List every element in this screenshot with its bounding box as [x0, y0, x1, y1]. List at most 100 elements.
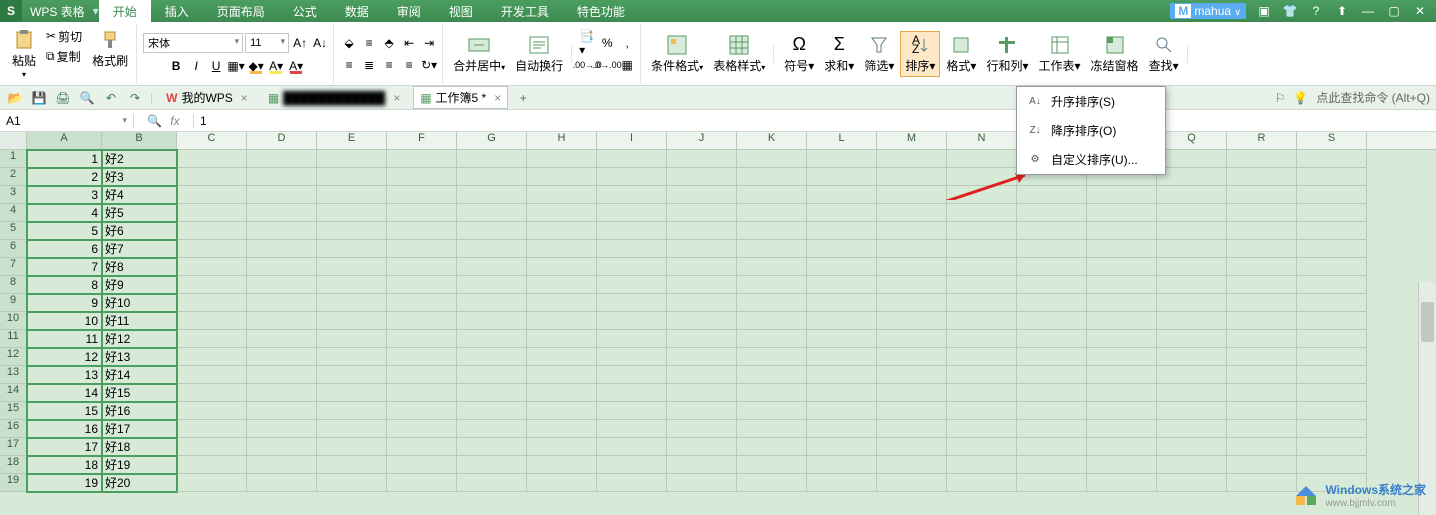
row-header[interactable]: 9 — [0, 294, 27, 312]
cell[interactable] — [597, 402, 667, 420]
cell[interactable] — [1017, 276, 1087, 294]
cell[interactable] — [1017, 258, 1087, 276]
cell[interactable]: 18 — [27, 456, 102, 474]
cell[interactable] — [317, 474, 387, 492]
cond-format-button[interactable]: 条件格式▾ — [647, 32, 707, 76]
cell[interactable] — [1157, 312, 1227, 330]
cell[interactable] — [247, 168, 317, 186]
cell[interactable] — [1297, 276, 1367, 294]
cell[interactable] — [177, 402, 247, 420]
name-box[interactable]: ▾ — [0, 114, 134, 128]
cell[interactable] — [1087, 330, 1157, 348]
cell[interactable] — [247, 294, 317, 312]
cell[interactable] — [527, 330, 597, 348]
cell[interactable] — [1087, 294, 1157, 312]
cell[interactable] — [177, 294, 247, 312]
cell[interactable] — [807, 294, 877, 312]
cell[interactable] — [527, 474, 597, 492]
sort-desc-item[interactable]: Z↓降序排序(O) — [1017, 116, 1165, 145]
col-header-F[interactable]: F — [387, 132, 457, 149]
save-icon[interactable]: 💾 — [30, 89, 48, 107]
cell[interactable] — [807, 276, 877, 294]
cell[interactable] — [947, 294, 1017, 312]
cell[interactable] — [1087, 240, 1157, 258]
redo-icon[interactable]: ↷ — [126, 89, 144, 107]
cell[interactable] — [177, 330, 247, 348]
tab-formula[interactable]: 公式 — [279, 0, 331, 22]
row-header[interactable]: 10 — [0, 312, 27, 330]
cell[interactable] — [1157, 294, 1227, 312]
cell[interactable] — [527, 348, 597, 366]
cell[interactable] — [527, 294, 597, 312]
cell[interactable] — [387, 186, 457, 204]
cell[interactable] — [877, 168, 947, 186]
cell[interactable] — [597, 384, 667, 402]
cell[interactable] — [737, 438, 807, 456]
cell[interactable] — [317, 204, 387, 222]
cell[interactable] — [597, 150, 667, 168]
cell[interactable]: 2 — [27, 168, 102, 186]
open-icon[interactable]: 📂 — [6, 89, 24, 107]
cell[interactable]: 好13 — [102, 348, 177, 366]
cell[interactable] — [737, 366, 807, 384]
cell[interactable] — [947, 168, 1017, 186]
bold-button[interactable]: B — [167, 57, 185, 75]
cell[interactable] — [1017, 240, 1087, 258]
cell[interactable]: 12 — [27, 348, 102, 366]
cell[interactable] — [807, 222, 877, 240]
cell[interactable]: 7 — [27, 258, 102, 276]
col-header-Q[interactable]: Q — [1157, 132, 1227, 149]
cell[interactable] — [1227, 348, 1297, 366]
cell[interactable] — [1297, 150, 1367, 168]
col-header-H[interactable]: H — [527, 132, 597, 149]
cell[interactable]: 17 — [27, 438, 102, 456]
cell[interactable] — [457, 150, 527, 168]
cell[interactable] — [1087, 420, 1157, 438]
cell[interactable] — [387, 222, 457, 240]
shrink-font-icon[interactable]: A↓ — [311, 34, 329, 52]
cell[interactable] — [457, 384, 527, 402]
cell[interactable] — [1297, 204, 1367, 222]
cell[interactable] — [457, 168, 527, 186]
cell[interactable] — [1087, 348, 1157, 366]
col-header-M[interactable]: M — [877, 132, 947, 149]
cell[interactable] — [597, 438, 667, 456]
row-header[interactable]: 14 — [0, 384, 27, 402]
cell[interactable] — [1157, 366, 1227, 384]
cell[interactable]: 好11 — [102, 312, 177, 330]
flag-icon[interactable]: ⚐ — [1275, 91, 1286, 105]
cell[interactable]: 11 — [27, 330, 102, 348]
minimize-icon[interactable]: — — [1360, 3, 1376, 19]
cell[interactable] — [177, 186, 247, 204]
cell[interactable]: 3 — [27, 186, 102, 204]
col-header-L[interactable]: L — [807, 132, 877, 149]
cell[interactable] — [1157, 402, 1227, 420]
cell[interactable] — [597, 204, 667, 222]
col-header-G[interactable]: G — [457, 132, 527, 149]
cell[interactable] — [1227, 474, 1297, 492]
cell[interactable] — [947, 366, 1017, 384]
cell[interactable] — [597, 258, 667, 276]
cell[interactable] — [877, 258, 947, 276]
row-header[interactable]: 19 — [0, 474, 27, 492]
doctab-3[interactable]: ▦工作簿5 *× — [413, 86, 508, 109]
cell[interactable] — [1297, 240, 1367, 258]
cell[interactable] — [877, 384, 947, 402]
cell[interactable] — [317, 294, 387, 312]
cell[interactable] — [1227, 204, 1297, 222]
cell[interactable] — [177, 348, 247, 366]
cell[interactable] — [317, 240, 387, 258]
cell[interactable] — [247, 186, 317, 204]
col-header-D[interactable]: D — [247, 132, 317, 149]
formula-input[interactable]: 1 — [194, 114, 1436, 128]
row-header[interactable]: 2 — [0, 168, 27, 186]
cell[interactable]: 好14 — [102, 366, 177, 384]
tshirt-icon[interactable]: 👕 — [1282, 3, 1298, 19]
align-mid-icon[interactable]: ≡ — [360, 34, 378, 52]
col-header-E[interactable]: E — [317, 132, 387, 149]
cell[interactable] — [877, 420, 947, 438]
cell[interactable] — [667, 456, 737, 474]
cell[interactable] — [387, 384, 457, 402]
copy-button[interactable]: ⧉复制 — [44, 47, 84, 66]
cell[interactable] — [317, 150, 387, 168]
